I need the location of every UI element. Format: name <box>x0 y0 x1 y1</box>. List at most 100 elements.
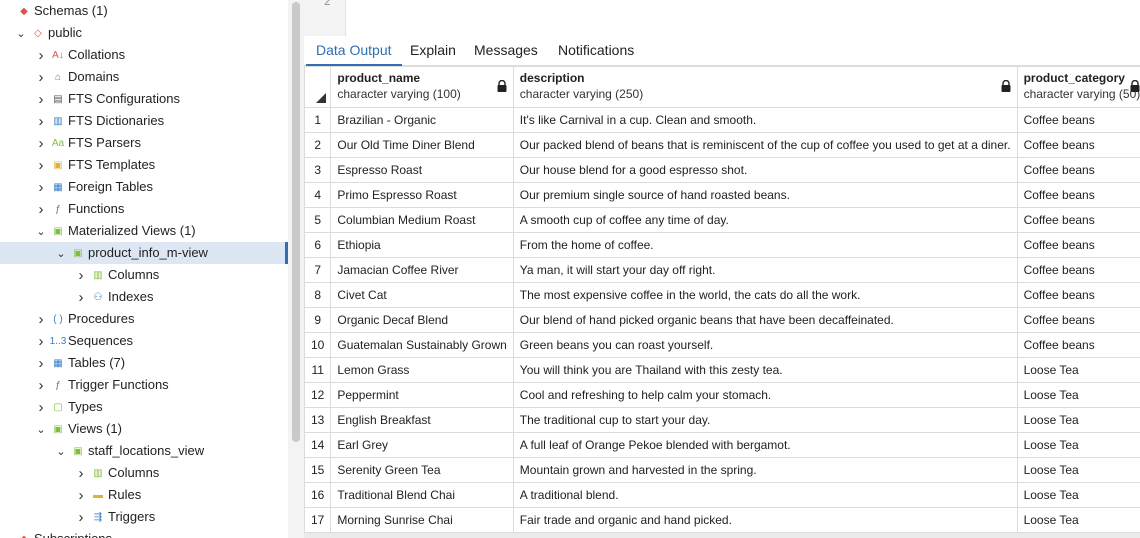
chevron-right-icon[interactable]: › <box>74 487 88 504</box>
cell-product-name[interactable]: Civet Cat <box>330 282 514 308</box>
row-number[interactable]: 2 <box>304 132 332 158</box>
cell-product-category[interactable]: Coffee beans <box>1016 257 1140 283</box>
table-row[interactable]: 10 Guatemalan Sustainably Grown Green bean… <box>304 332 1140 358</box>
cell-description[interactable]: Cool and refreshing to help calm your st… <box>512 382 1018 408</box>
row-number[interactable]: 16 <box>304 482 332 508</box>
tree-item[interactable]: › ▤ FTS Configurations <box>0 88 288 110</box>
chevron-right-icon[interactable]: › <box>74 509 88 526</box>
cell-product-name[interactable]: Jamacian Coffee River <box>330 257 514 283</box>
tree-item[interactable]: › ƒ Trigger Functions <box>0 374 288 396</box>
cell-product-name[interactable]: English Breakfast <box>330 407 514 433</box>
row-number[interactable]: 4 <box>304 182 332 208</box>
chevron-down-icon[interactable]: ⌄ <box>34 224 48 238</box>
column-header-product-category[interactable]: product_category character varying (50) <box>1016 66 1140 108</box>
chevron-down-icon[interactable]: ⌄ <box>34 422 48 436</box>
tree-item[interactable]: ⌄ ▣ product_info_m-view <box>0 242 288 264</box>
chevron-right-icon[interactable]: › <box>34 179 48 196</box>
chevron-right-icon[interactable]: › <box>34 135 48 152</box>
table-row[interactable]: 15 Serenity Green Tea Mountain grown and h… <box>304 457 1140 483</box>
chevron-right-icon[interactable]: › <box>34 201 48 218</box>
cell-description[interactable]: A full leaf of Orange Pekoe blended with… <box>512 432 1018 458</box>
cell-product-name[interactable]: Earl Grey <box>330 432 514 458</box>
tree-item[interactable]: › 1..3 Sequences <box>0 330 288 352</box>
row-number[interactable]: 6 <box>304 232 332 258</box>
cell-description[interactable]: Our house blend for a good espresso shot… <box>512 157 1018 183</box>
tree-item[interactable]: ⌄ ▣ staff_locations_view <box>0 440 288 462</box>
tab-notifications[interactable]: Notifications <box>548 36 644 66</box>
table-row[interactable]: 13 English Breakfast The traditional cup t… <box>304 407 1140 433</box>
tree-item[interactable]: › ▥ FTS Dictionaries <box>0 110 288 132</box>
query-editor[interactable]: 2 <box>304 0 1140 36</box>
tree-item[interactable]: › ▢ Types <box>0 396 288 418</box>
tree-item[interactable]: › A↓ Collations <box>0 44 288 66</box>
tree-item[interactable]: › ▬ Rules <box>0 484 288 506</box>
row-number[interactable]: 9 <box>304 307 332 333</box>
chevron-right-icon[interactable]: › <box>34 69 48 86</box>
row-number[interactable]: 12 <box>304 382 332 408</box>
cell-product-category[interactable]: Coffee beans <box>1016 207 1140 233</box>
cell-description[interactable]: A smooth cup of coffee any time of day. <box>512 207 1018 233</box>
cell-product-category[interactable]: Loose Tea <box>1016 457 1140 483</box>
cell-product-category[interactable]: Loose Tea <box>1016 357 1140 383</box>
tree-item[interactable]: › ⚇ Indexes <box>0 286 288 308</box>
chevron-right-icon[interactable]: › <box>74 465 88 482</box>
cell-description[interactable]: The most expensive coffee in the world, … <box>512 282 1018 308</box>
tree-item[interactable]: ⌄ ▣ Materialized Views (1) <box>0 220 288 242</box>
cell-product-name[interactable]: Our Old Time Diner Blend <box>330 132 514 158</box>
row-number[interactable]: 14 <box>304 432 332 458</box>
cell-product-name[interactable]: Primo Espresso Roast <box>330 182 514 208</box>
cell-description[interactable]: It's like Carnival in a cup. Clean and s… <box>512 107 1018 133</box>
cell-product-name[interactable]: Peppermint <box>330 382 514 408</box>
table-row[interactable]: 5 Columbian Medium Roast A smooth cup of c… <box>304 207 1140 233</box>
cell-description[interactable]: Fair trade and organic and hand picked. <box>512 507 1018 533</box>
chevron-down-icon[interactable]: ⌄ <box>54 444 68 458</box>
table-row[interactable]: 16 Traditional Blend Chai A traditional bl… <box>304 482 1140 508</box>
tree-item[interactable]: › ⌂ Domains <box>0 66 288 88</box>
cell-description[interactable]: The traditional cup to start your day. <box>512 407 1018 433</box>
cell-product-category[interactable]: Loose Tea <box>1016 482 1140 508</box>
table-row[interactable]: 1 Brazilian - Organic It's like Carnival i… <box>304 107 1140 133</box>
cell-description[interactable]: Our premium single source of hand roaste… <box>512 182 1018 208</box>
tree-item[interactable]: ◆ Schemas (1) <box>0 0 288 22</box>
tree-item[interactable]: › ▥ Columns <box>0 264 288 286</box>
table-row[interactable]: 7 Jamacian Coffee River Ya man, it will st… <box>304 257 1140 283</box>
tree-item[interactable]: ⌄ ▣ Views (1) <box>0 418 288 440</box>
chevron-right-icon[interactable]: › <box>74 289 88 306</box>
tree-item[interactable]: › ▦ Foreign Tables <box>0 176 288 198</box>
cell-description[interactable]: From the home of coffee. <box>512 232 1018 258</box>
chevron-right-icon[interactable]: › <box>34 157 48 174</box>
chevron-right-icon[interactable]: › <box>34 113 48 130</box>
column-header-product-name[interactable]: product_name character varying (100) <box>330 66 514 108</box>
cell-product-category[interactable]: Coffee beans <box>1016 107 1140 133</box>
tree-item[interactable]: › ⇶ Triggers <box>0 506 288 528</box>
table-row[interactable]: 14 Earl Grey A full leaf of Orange Pekoe b… <box>304 432 1140 458</box>
chevron-right-icon[interactable]: › <box>34 333 48 350</box>
cell-description[interactable]: Mountain grown and harvested in the spri… <box>512 457 1018 483</box>
table-row[interactable]: 8 Civet Cat The most expensive coffee in t… <box>304 282 1140 308</box>
tree-item[interactable]: › ▦ Tables (7) <box>0 352 288 374</box>
chevron-right-icon[interactable]: › <box>34 355 48 372</box>
chevron-down-icon[interactable]: ⌄ <box>14 26 28 40</box>
cell-product-name[interactable]: Columbian Medium Roast <box>330 207 514 233</box>
cell-product-category[interactable]: Coffee beans <box>1016 157 1140 183</box>
cell-product-category[interactable]: Loose Tea <box>1016 432 1140 458</box>
cell-product-category[interactable]: Loose Tea <box>1016 407 1140 433</box>
cell-description[interactable]: You will think you are Thailand with thi… <box>512 357 1018 383</box>
table-row[interactable]: 17 Morning Sunrise Chai Fair trade and org… <box>304 507 1140 533</box>
cell-product-category[interactable]: Coffee beans <box>1016 182 1140 208</box>
chevron-right-icon[interactable]: › <box>34 399 48 416</box>
cell-product-category[interactable]: Coffee beans <box>1016 232 1140 258</box>
column-header-description[interactable]: description character varying (250) <box>512 66 1018 108</box>
chevron-right-icon[interactable]: › <box>34 47 48 64</box>
tree-item[interactable]: ⌄ ◇ public <box>0 22 288 44</box>
table-row[interactable]: 4 Primo Espresso Roast Our premium single … <box>304 182 1140 208</box>
chevron-right-icon[interactable]: › <box>34 377 48 394</box>
table-row[interactable]: 2 Our Old Time Diner Blend Our packed blen… <box>304 132 1140 158</box>
cell-product-category[interactable]: Coffee beans <box>1016 282 1140 308</box>
grid-corner-header[interactable] <box>304 66 332 108</box>
row-number[interactable]: 17 <box>304 507 332 533</box>
tab-messages[interactable]: Messages <box>464 36 548 66</box>
tree-item[interactable]: › ▣ FTS Templates <box>0 154 288 176</box>
cell-product-name[interactable]: Brazilian - Organic <box>330 107 514 133</box>
cell-product-name[interactable]: Guatemalan Sustainably Grown <box>330 332 514 358</box>
